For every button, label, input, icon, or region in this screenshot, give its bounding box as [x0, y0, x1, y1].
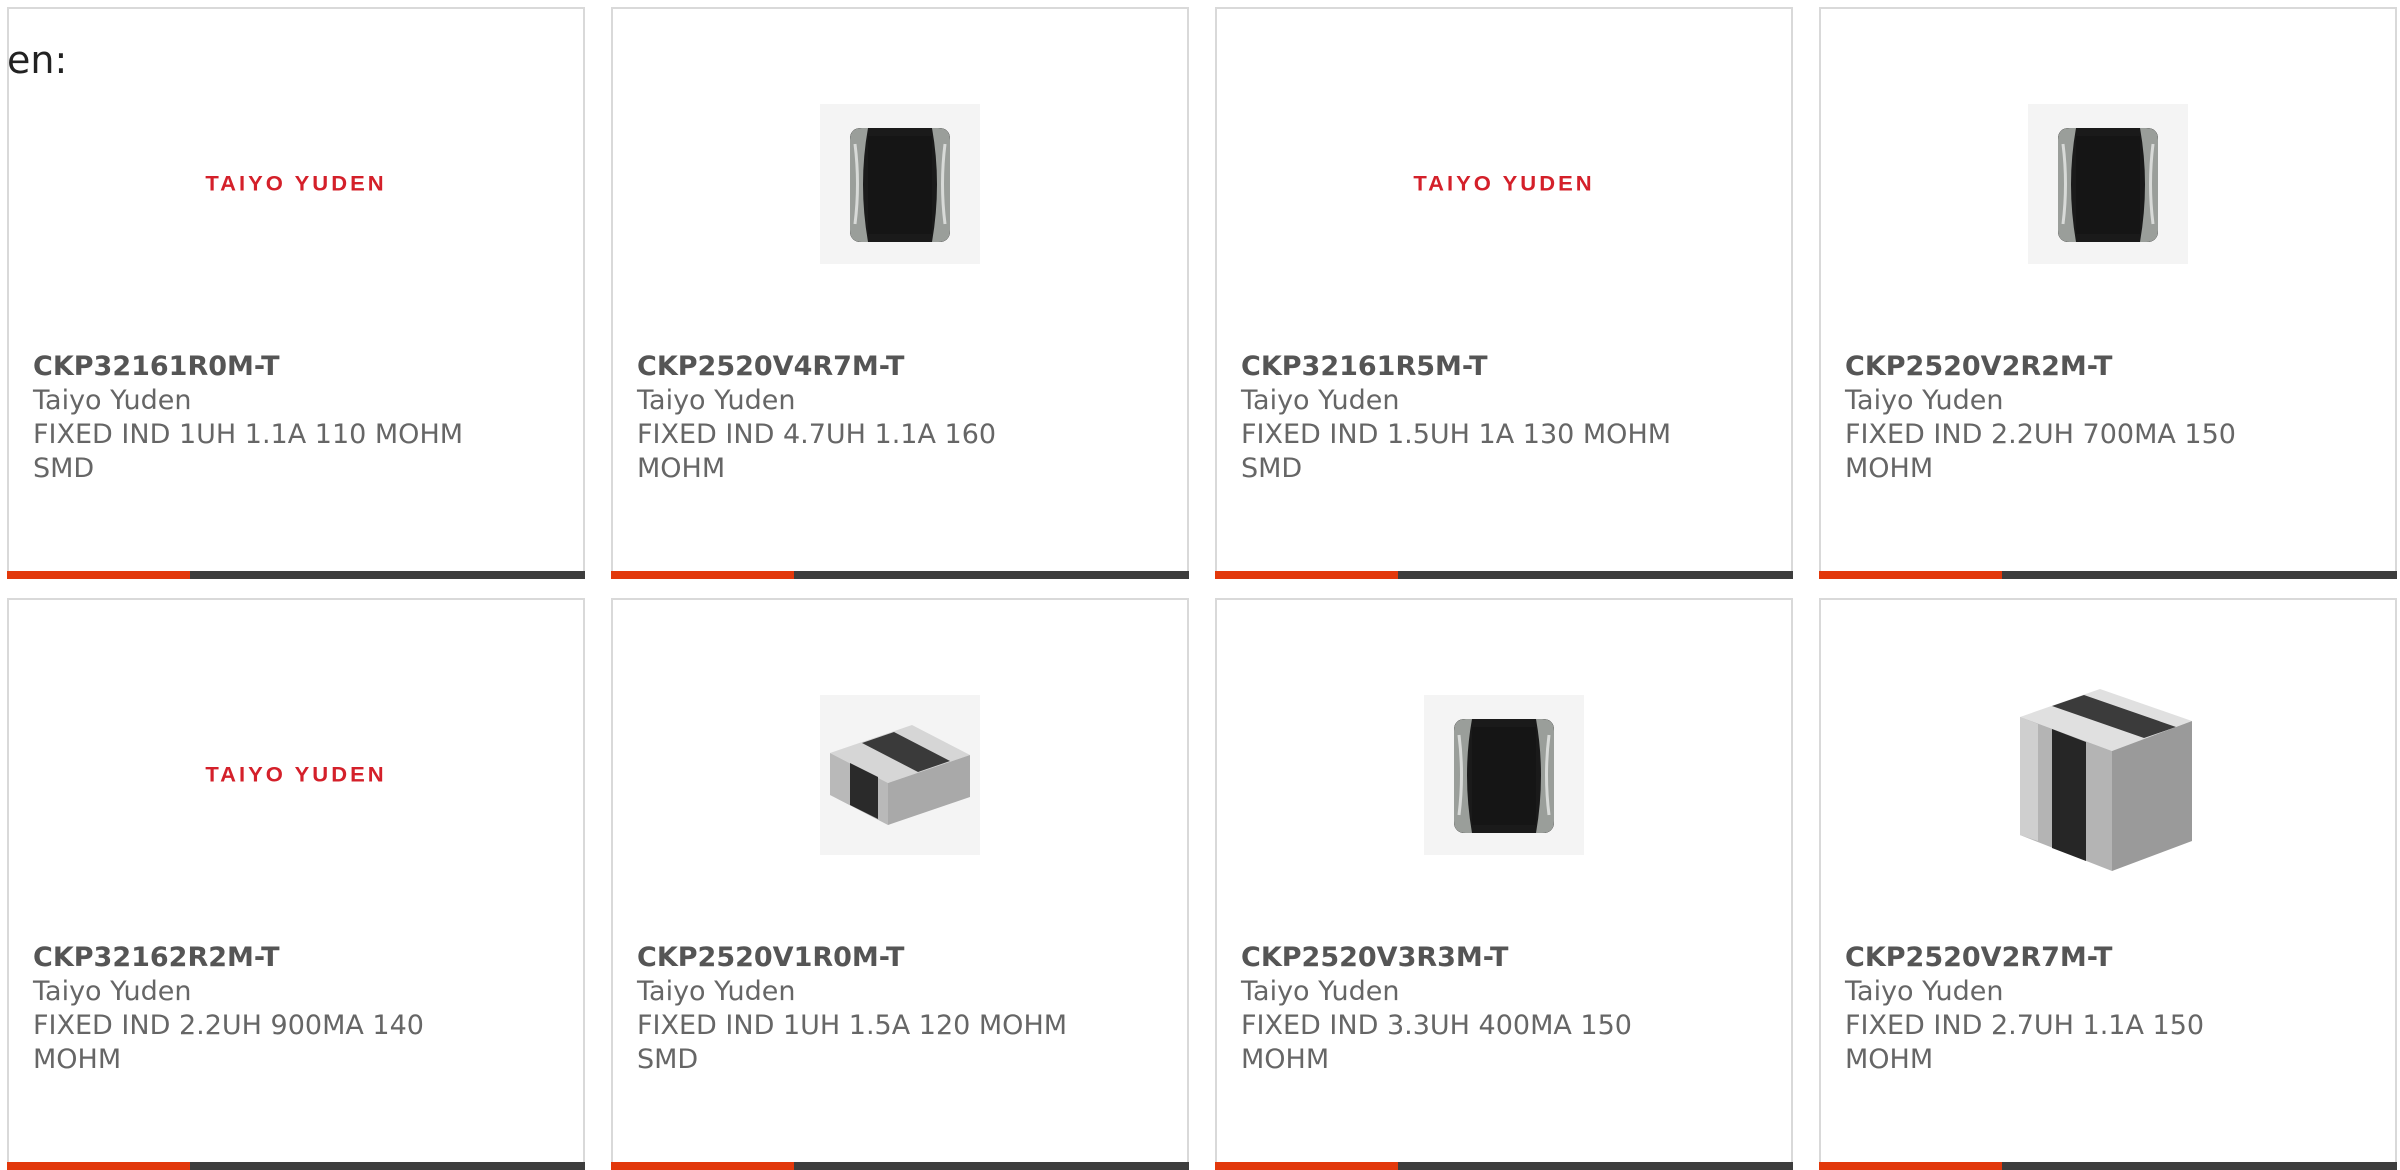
part-number-link[interactable]: CKP2520V2R2M-T: [1845, 350, 2295, 384]
part-number-link[interactable]: CKP2520V2R7M-T: [1845, 941, 2295, 975]
product-card[interactable]: CKP2520V1R0M-T Taiyo Yuden FIXED IND 1UH…: [611, 598, 1189, 1170]
card-accent-bar: [1215, 571, 1398, 579]
taiyo-yuden-logo: TAIYO YUDEN: [205, 171, 387, 196]
manufacturer-name: Taiyo Yuden: [637, 385, 796, 416]
card-bottom-bar: [611, 571, 1189, 579]
product-image-area[interactable]: [1217, 660, 1791, 890]
product-info: CKP2520V1R0M-T Taiyo Yuden FIXED IND 1UH…: [637, 941, 1087, 1077]
product-description: FIXED IND 4.7UH 1.1A 160 MOHM: [637, 419, 997, 484]
part-number-link[interactable]: CKP2520V4R7M-T: [637, 350, 1087, 384]
card-accent-bar: [611, 1162, 794, 1170]
product-image-area[interactable]: [613, 69, 1187, 299]
product-info: CKP2520V4R7M-T Taiyo Yuden FIXED IND 4.7…: [637, 350, 1087, 486]
product-info: CKP2520V2R7M-T Taiyo Yuden FIXED IND 2.7…: [1845, 941, 2295, 1077]
card-accent-bar: [1819, 571, 2002, 579]
product-image-area[interactable]: TAIYO YUDEN: [1217, 69, 1791, 299]
card-accent-bar: [611, 571, 794, 579]
taiyo-yuden-logo: TAIYO YUDEN: [205, 762, 387, 787]
manufacturer-name: Taiyo Yuden: [1845, 976, 2004, 1007]
product-card[interactable]: TAIYO YUDEN CKP32161R5M-T Taiyo Yuden FI…: [1215, 7, 1793, 579]
product-grid: TAIYO YUDEN CKP32161R0M-T Taiyo Yuden FI…: [7, 7, 2400, 1170]
product-card[interactable]: CKP2520V2R2M-T Taiyo Yuden FIXED IND 2.2…: [1819, 7, 2397, 579]
product-info: CKP2520V3R3M-T Taiyo Yuden FIXED IND 3.3…: [1241, 941, 1691, 1077]
product-image-area[interactable]: [1821, 660, 2395, 890]
product-info: CKP32161R0M-T Taiyo Yuden FIXED IND 1UH …: [33, 350, 483, 486]
card-accent-bar: [7, 571, 190, 579]
product-card[interactable]: TAIYO YUDEN CKP32161R0M-T Taiyo Yuden FI…: [7, 7, 585, 579]
inductor-chip-top-view-image: [2028, 104, 2188, 264]
product-description: FIXED IND 2.7UH 1.1A 150 MOHM: [1845, 1010, 2205, 1075]
manufacturer-name: Taiyo Yuden: [1845, 385, 2004, 416]
product-card[interactable]: CKP2520V3R3M-T Taiyo Yuden FIXED IND 3.3…: [1215, 598, 1793, 1170]
lead-text: en:: [7, 38, 68, 82]
card-bottom-bar: [611, 1162, 1189, 1170]
card-accent-bar: [1819, 1162, 2002, 1170]
product-image-area[interactable]: TAIYO YUDEN: [9, 69, 583, 299]
card-accent-bar: [7, 1162, 190, 1170]
product-image-area[interactable]: [1821, 69, 2395, 299]
inductor-chip-top-view-image: [820, 104, 980, 264]
manufacturer-name: Taiyo Yuden: [637, 976, 796, 1007]
manufacturer-name: Taiyo Yuden: [33, 976, 192, 1007]
product-info: CKP32162R2M-T Taiyo Yuden FIXED IND 2.2U…: [33, 941, 483, 1077]
card-bottom-bar: [1215, 571, 1793, 579]
inductor-chip-3d-image: [820, 695, 980, 855]
product-card[interactable]: CKP2520V2R7M-T Taiyo Yuden FIXED IND 2.7…: [1819, 598, 2397, 1170]
product-description: FIXED IND 2.2UH 700MA 150 MOHM: [1845, 419, 2236, 484]
product-info: CKP32161R5M-T Taiyo Yuden FIXED IND 1.5U…: [1241, 350, 1691, 486]
manufacturer-name: Taiyo Yuden: [1241, 976, 1400, 1007]
manufacturer-name: Taiyo Yuden: [33, 385, 192, 416]
inductor-cube-3d-image: [2020, 689, 2192, 871]
part-number-link[interactable]: CKP32162R2M-T: [33, 941, 483, 975]
product-description: FIXED IND 1.5UH 1A 130 MOHM SMD: [1241, 419, 1672, 484]
product-image-area[interactable]: TAIYO YUDEN: [9, 660, 583, 890]
part-number-link[interactable]: CKP2520V1R0M-T: [637, 941, 1087, 975]
card-bottom-bar: [1819, 1162, 2397, 1170]
product-description: FIXED IND 2.2UH 900MA 140 MOHM: [33, 1010, 424, 1075]
part-number-link[interactable]: CKP32161R0M-T: [33, 350, 483, 384]
taiyo-yuden-logo: TAIYO YUDEN: [1413, 171, 1595, 196]
part-number-link[interactable]: CKP32161R5M-T: [1241, 350, 1691, 384]
card-accent-bar: [1215, 1162, 1398, 1170]
product-card[interactable]: CKP2520V4R7M-T Taiyo Yuden FIXED IND 4.7…: [611, 7, 1189, 579]
product-description: FIXED IND 3.3UH 400MA 150 MOHM: [1241, 1010, 1632, 1075]
product-description: FIXED IND 1UH 1.5A 120 MOHM SMD: [637, 1010, 1068, 1075]
part-number-link[interactable]: CKP2520V3R3M-T: [1241, 941, 1691, 975]
card-bottom-bar: [7, 1162, 585, 1170]
card-bottom-bar: [1215, 1162, 1793, 1170]
product-info: CKP2520V2R2M-T Taiyo Yuden FIXED IND 2.2…: [1845, 350, 2295, 486]
product-description: FIXED IND 1UH 1.1A 110 MOHM SMD: [33, 419, 464, 484]
manufacturer-name: Taiyo Yuden: [1241, 385, 1400, 416]
card-bottom-bar: [7, 571, 585, 579]
card-bottom-bar: [1819, 571, 2397, 579]
inductor-chip-top-view-image: [1424, 695, 1584, 855]
product-image-area[interactable]: [613, 660, 1187, 890]
product-card[interactable]: TAIYO YUDEN CKP32162R2M-T Taiyo Yuden FI…: [7, 598, 585, 1170]
